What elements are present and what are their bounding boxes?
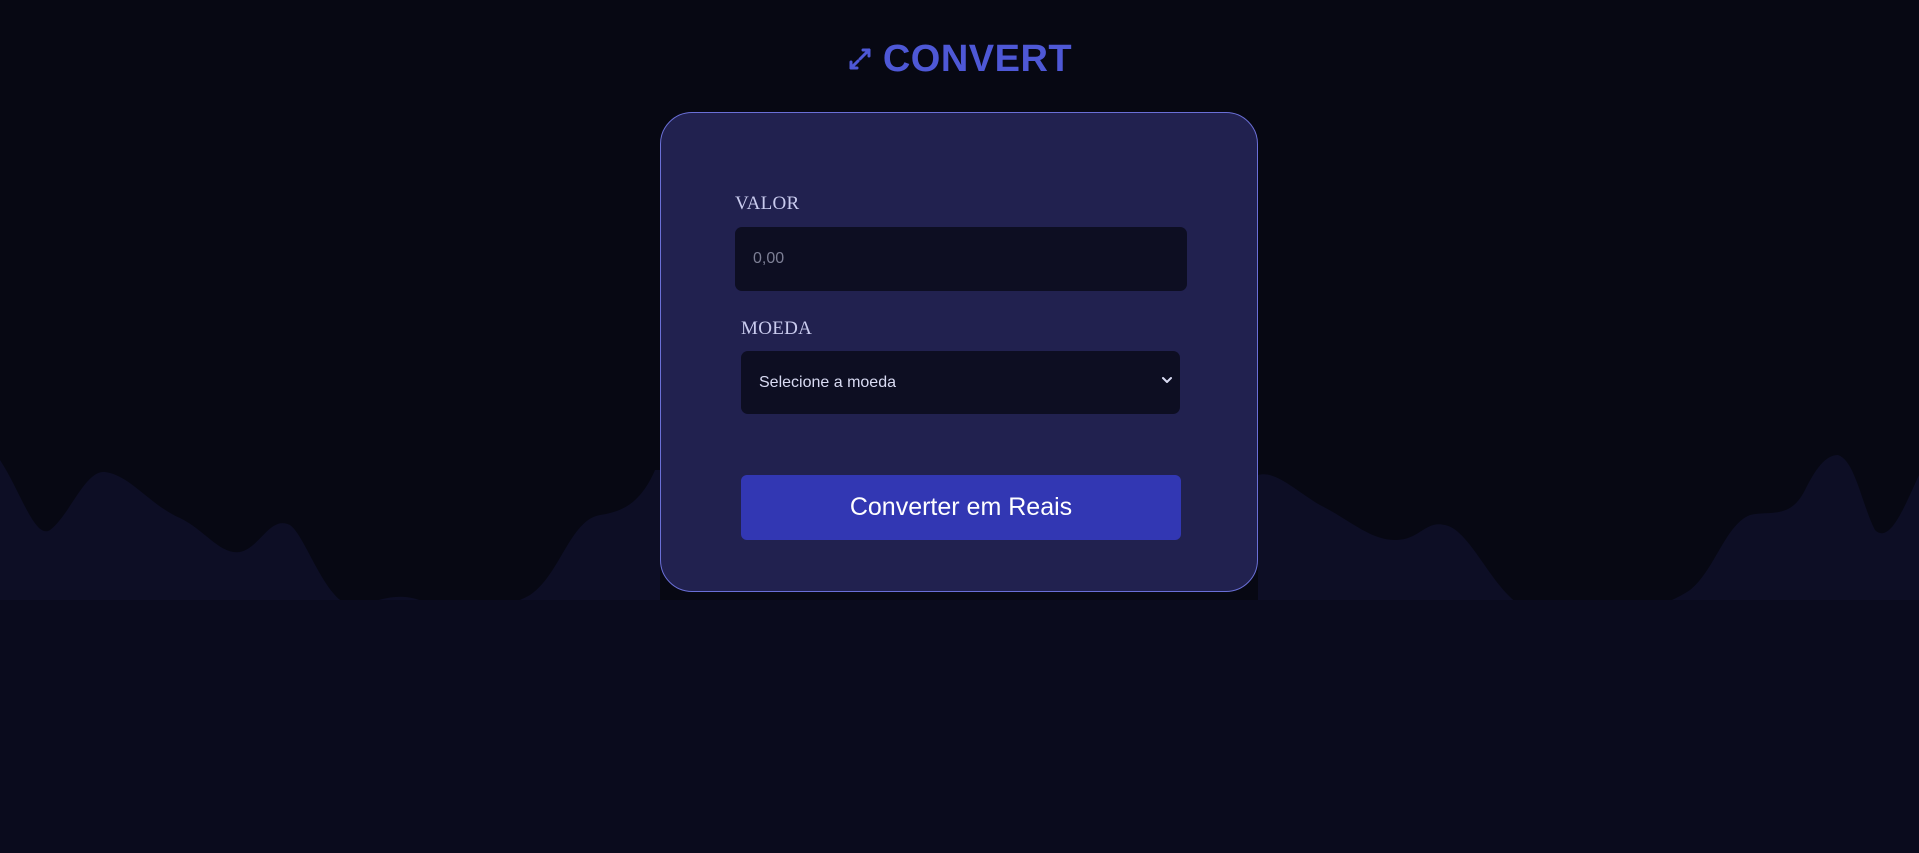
app-logo: CONVERT — [0, 36, 1919, 82]
moeda-selected-value: Selecione a moeda — [759, 373, 896, 391]
moeda-select[interactable]: Selecione a moeda — [741, 351, 1180, 414]
converter-card: VALOR MOEDA Selecione a moeda Converter … — [660, 112, 1258, 592]
chevron-down-icon — [1162, 377, 1172, 383]
app-title: CONVERT — [882, 38, 1073, 80]
valor-label: VALOR — [735, 193, 800, 214]
moeda-label: MOEDA — [741, 318, 813, 339]
convert-button[interactable]: Converter em Reais — [741, 475, 1181, 540]
valor-input[interactable] — [735, 227, 1187, 291]
page: CONVERT VALOR MOEDA Selecione a moeda Co… — [0, 0, 1919, 853]
swap-arrows-icon — [849, 48, 871, 70]
